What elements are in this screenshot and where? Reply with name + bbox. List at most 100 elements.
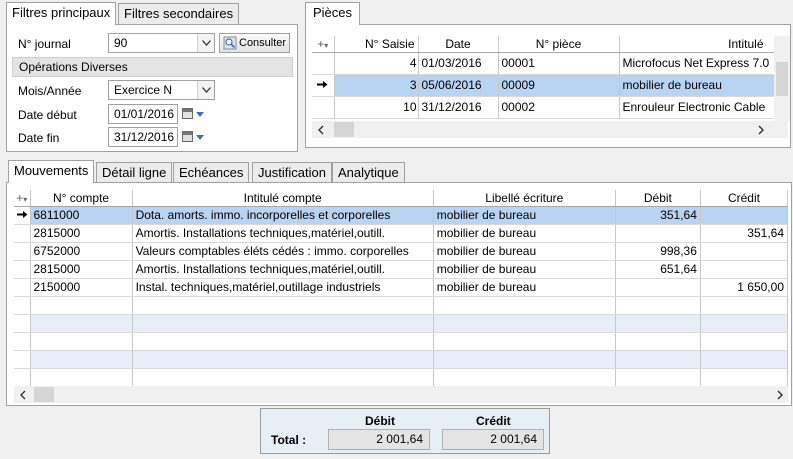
- column-header-intitule[interactable]: Intitulé: [619, 36, 775, 53]
- cell-intitule-compte: Valeurs comptables éléts cédés : immo. c…: [132, 242, 434, 261]
- table-row[interactable]: 4 01/03/2016 00001 Microfocus Net Expres…: [312, 52, 775, 75]
- column-header-debit[interactable]: Débit: [615, 190, 701, 207]
- calendar-icon[interactable]: [182, 108, 193, 119]
- cell-piece: 00002: [498, 96, 620, 119]
- column-header-intitule-compte[interactable]: Intitulé compte: [132, 190, 434, 207]
- chevron-left-icon[interactable]: [14, 386, 31, 403]
- column-header-date[interactable]: Date: [418, 36, 499, 53]
- column-header-piece[interactable]: N° pièce: [498, 36, 620, 53]
- scroll-thumb[interactable]: [776, 62, 788, 96]
- table-row-empty[interactable]: [14, 314, 789, 333]
- chevron-down-icon[interactable]: [197, 34, 214, 52]
- table-row[interactable]: 2815000 Amortis. Installations technique…: [14, 224, 789, 243]
- table-row[interactable]: 6811000 Dota. amorts. immo. incorporelle…: [14, 206, 789, 225]
- cell-debit: 998,36: [615, 242, 701, 261]
- table-row[interactable]: 2150000 Instal. techniques,matériel,outi…: [14, 278, 789, 297]
- chevron-left-icon[interactable]: [312, 121, 329, 138]
- tab-detail-ligne[interactable]: Détail ligne: [96, 162, 173, 183]
- chevron-right-icon[interactable]: [752, 121, 769, 138]
- table-row[interactable]: 6752000 Valeurs comptables éléts cédés :…: [14, 242, 789, 261]
- cell-compte: 6752000: [30, 242, 133, 261]
- total-debit-value: 2 001,64: [328, 429, 430, 450]
- row-indicator[interactable]: [312, 52, 335, 75]
- table-row[interactable]: 10 31/12/2016 00002 Enrouleur Electronic…: [312, 96, 775, 119]
- cell-intitule-compte: Amortis. Installations techniques,matéri…: [132, 260, 434, 279]
- tab-echeances[interactable]: Echéances: [173, 162, 250, 183]
- cell-credit: 351,64: [700, 224, 789, 243]
- journal-select[interactable]: 90: [108, 33, 215, 53]
- table-row[interactable]: 2815000 Amortis. Installations technique…: [14, 260, 789, 279]
- scroll-thumb[interactable]: [334, 122, 354, 137]
- pieces-table: +▾ N° Saisie Date N° pièce Intitulé 4 01…: [312, 36, 775, 119]
- chevron-right-icon[interactable]: [771, 386, 788, 403]
- cell-debit: 651,64: [615, 260, 701, 279]
- cell-libelle: mobilier de bureau: [433, 278, 616, 297]
- column-header-credit[interactable]: Crédit: [700, 190, 789, 207]
- cell-credit: 1 650,00: [700, 278, 789, 297]
- cell-debit: 351,64: [615, 206, 701, 225]
- start-date-field[interactable]: 01/01/2016: [108, 104, 178, 124]
- cell-libelle: mobilier de bureau: [433, 260, 616, 279]
- cell-compte: 2150000: [30, 278, 133, 297]
- row-indicator[interactable]: [14, 224, 31, 243]
- end-date-field[interactable]: 31/12/2016: [108, 127, 178, 147]
- tab-filtres-principaux[interactable]: Filtres principaux: [6, 2, 117, 25]
- add-column-icon[interactable]: +▾: [14, 190, 31, 207]
- tab-analytique[interactable]: Analytique: [332, 162, 405, 183]
- arrow-right-icon: [317, 81, 328, 88]
- magnifier-icon: [223, 36, 237, 50]
- cell-credit: [700, 206, 789, 225]
- journal-name: Opérations Diverses: [12, 57, 293, 77]
- cell-libelle: mobilier de bureau: [433, 224, 616, 243]
- cell-saisie: 3: [334, 74, 419, 97]
- row-indicator[interactable]: [14, 260, 31, 279]
- cell-debit: [615, 278, 701, 297]
- cell-compte: 2815000: [30, 260, 133, 279]
- tab-filtres-secondaires[interactable]: Filtres secondaires: [118, 3, 240, 24]
- row-indicator[interactable]: [14, 242, 31, 261]
- start-date-label: Date début: [18, 108, 77, 122]
- column-header-compte[interactable]: N° compte: [30, 190, 133, 207]
- movements-horizontal-scrollbar[interactable]: [14, 386, 788, 403]
- total-label: Total :: [271, 433, 307, 447]
- total-debit-header: Débit: [365, 414, 395, 428]
- scroll-thumb[interactable]: [34, 387, 54, 402]
- journal-value: 90: [114, 36, 128, 50]
- row-indicator[interactable]: [14, 206, 31, 225]
- row-indicator[interactable]: [14, 278, 31, 297]
- tab-mouvements[interactable]: Mouvements: [8, 160, 95, 183]
- pieces-horizontal-scrollbar[interactable]: [312, 121, 788, 138]
- tab-justification[interactable]: Justification: [252, 162, 332, 183]
- consulter-button[interactable]: Consulter: [219, 33, 290, 53]
- column-header-saisie[interactable]: N° Saisie: [334, 36, 419, 53]
- arrow-right-icon: [17, 211, 28, 218]
- total-credit-header: Crédit: [476, 414, 511, 428]
- table-row[interactable]: 3 05/06/2016 00009 mobilier de bureau: [312, 74, 775, 97]
- chevron-down-icon[interactable]: [196, 112, 204, 117]
- cell-date: 05/06/2016: [418, 74, 499, 97]
- cell-intitule-compte: Instal. techniques,matériel,outillage in…: [132, 278, 434, 297]
- table-row-empty[interactable]: [14, 332, 789, 351]
- pieces-vertical-scrollbar[interactable]: [774, 36, 790, 121]
- cell-intitule: mobilier de bureau: [619, 74, 775, 97]
- table-row-empty[interactable]: [14, 296, 789, 315]
- chevron-down-icon[interactable]: [197, 81, 214, 99]
- add-column-icon[interactable]: +▾: [312, 36, 335, 53]
- period-label: Mois/Année: [18, 84, 82, 98]
- cell-piece: 00009: [498, 74, 620, 97]
- cell-intitule-compte: Dota. amorts. immo. incorporelles et cor…: [132, 206, 434, 225]
- row-indicator[interactable]: [312, 74, 335, 97]
- table-row-empty[interactable]: [14, 368, 789, 387]
- cell-credit: [700, 260, 789, 279]
- cell-piece: 00001: [498, 52, 620, 75]
- calendar-icon[interactable]: [182, 131, 193, 142]
- column-header-libelle[interactable]: Libellé écriture: [433, 190, 616, 207]
- period-select[interactable]: Exercice N: [108, 80, 215, 100]
- cell-saisie: 10: [334, 96, 419, 119]
- cell-intitule: Enrouleur Electronic Cable: [619, 96, 775, 119]
- chevron-down-icon[interactable]: [196, 135, 204, 140]
- row-indicator[interactable]: [312, 96, 335, 119]
- table-row-empty[interactable]: [14, 350, 789, 369]
- tab-pieces[interactable]: Pièces: [305, 2, 361, 25]
- period-value: Exercice N: [114, 83, 173, 97]
